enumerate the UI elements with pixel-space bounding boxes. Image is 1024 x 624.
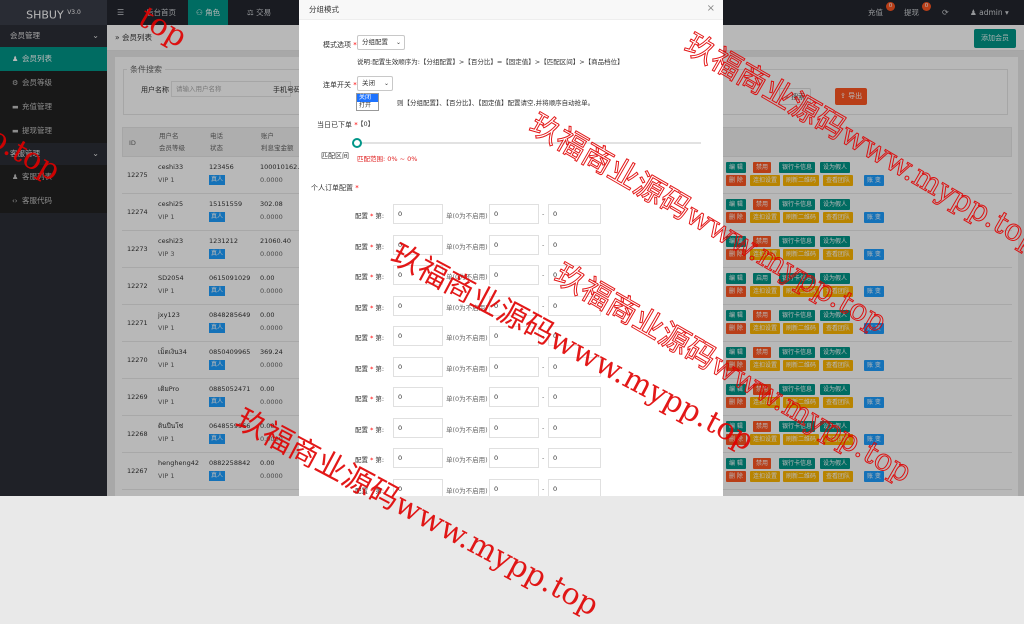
range-slider-track[interactable] bbox=[357, 142, 701, 144]
order-start-input[interactable]: 0 bbox=[393, 387, 443, 407]
range-separator: - bbox=[542, 362, 545, 371]
mode-select[interactable]: 分组配置 ⌄ bbox=[357, 35, 405, 50]
order-min-input[interactable]: 0 bbox=[489, 234, 539, 255]
range-separator: - bbox=[542, 484, 545, 493]
mode-label: 模式选项 * bbox=[323, 41, 357, 49]
range-separator: - bbox=[542, 271, 545, 279]
order-min-input[interactable]: 0 bbox=[489, 448, 539, 468]
order-hint: 单(0为不启用) bbox=[446, 242, 488, 251]
order-max-input[interactable]: 0 bbox=[548, 387, 601, 407]
order-hint: 单(0为不启用) bbox=[446, 456, 488, 464]
chevron-down-icon: ⌄ bbox=[383, 80, 389, 87]
order-max-input[interactable]: 0 bbox=[548, 448, 601, 468]
order-min-input[interactable]: 0 bbox=[489, 417, 539, 438]
order-config-label: 配置 * 第: bbox=[355, 242, 385, 251]
switch-note: 则【分组配置】、【百分比】、【固定值】配置请空,并将顺序自动抢单。 bbox=[397, 99, 595, 107]
order-max-input[interactable]: 0 bbox=[548, 234, 601, 255]
order-min-input[interactable]: 0 bbox=[489, 204, 539, 224]
order-config-label: 配置 * 第: bbox=[355, 425, 385, 434]
mode-note: 说明:配置生效顺序为:【分组配置】>【百分比】=【固定值】>【匹配区间】>【商品… bbox=[357, 58, 624, 66]
order-hint: 单(0为不启用) bbox=[446, 364, 488, 373]
order-min-input[interactable]: 0 bbox=[489, 478, 539, 496]
order-start-input[interactable]: 0 bbox=[393, 326, 443, 346]
order-config-row: 配置 * 第: 0 单(0为不启用) 0-0 bbox=[299, 265, 723, 285]
order-max-input[interactable]: 0 bbox=[548, 417, 601, 438]
order-start-input[interactable]: 0 bbox=[393, 204, 443, 224]
order-hint: 单(0为不启用) bbox=[446, 212, 488, 220]
range-separator: - bbox=[542, 393, 545, 401]
order-config-label: 配置 * 第: bbox=[355, 212, 385, 220]
option-on[interactable]: 打开 bbox=[357, 102, 378, 110]
close-icon[interactable]: × bbox=[707, 3, 715, 14]
today-value: 【0】 bbox=[357, 120, 375, 128]
range-separator: - bbox=[542, 423, 545, 432]
personal-order-label: 个人订单配置 * bbox=[311, 184, 359, 192]
order-start-input[interactable]: 0 bbox=[393, 448, 443, 468]
order-config-label: 配置 * 第: bbox=[355, 303, 385, 312]
order-config-label: 配置 * 第: bbox=[355, 273, 385, 281]
switch-dropdown[interactable]: 关闭 打开 bbox=[356, 93, 379, 111]
switch-select[interactable]: 关闭 ⌄ bbox=[357, 76, 393, 91]
range-label: 匹配区间 bbox=[321, 152, 349, 160]
chevron-down-icon: ⌄ bbox=[395, 39, 401, 46]
order-start-input[interactable]: 0 bbox=[393, 417, 443, 438]
group-mode-modal: 分组模式 × 模式选项 * 分组配置 ⌄ 说明:配置生效顺序为:【分组配置】>【百… bbox=[299, 0, 723, 496]
modal-title: 分组模式 bbox=[299, 0, 723, 20]
order-hint: 单(0为不启用) bbox=[446, 486, 488, 495]
order-config-label: 配置 * 第: bbox=[355, 395, 385, 403]
order-config-label: 配置 * 第: bbox=[355, 334, 385, 342]
option-off[interactable]: 关闭 bbox=[357, 94, 378, 102]
order-start-input[interactable]: 0 bbox=[393, 295, 443, 316]
order-max-input[interactable]: 0 bbox=[548, 204, 601, 224]
order-min-input[interactable]: 0 bbox=[489, 356, 539, 377]
range-slider-handle[interactable] bbox=[352, 138, 362, 148]
order-start-input[interactable]: 0 bbox=[393, 356, 443, 377]
range-separator: - bbox=[542, 240, 545, 249]
order-hint: 单(0为不启用) bbox=[446, 334, 488, 342]
order-min-input[interactable]: 0 bbox=[489, 387, 539, 407]
order-hint: 单(0为不启用) bbox=[446, 425, 488, 434]
range-value: 匹配范围: 0% ~ 0% bbox=[357, 155, 418, 163]
order-config-row: 配置 * 第: 0 单(0为不启用) 0-0 bbox=[299, 234, 723, 255]
today-label: 当日已下单 * bbox=[317, 121, 358, 129]
order-hint: 单(0为不启用) bbox=[446, 395, 488, 403]
range-separator: - bbox=[542, 210, 545, 218]
order-config-label: 配置 * 第: bbox=[355, 364, 385, 373]
switch-label: 连单开关 * bbox=[323, 81, 357, 89]
order-max-input[interactable]: 0 bbox=[548, 478, 601, 496]
range-separator: - bbox=[542, 454, 545, 462]
order-config-row: 配置 * 第: 0 单(0为不启用) 0-0 bbox=[299, 417, 723, 438]
